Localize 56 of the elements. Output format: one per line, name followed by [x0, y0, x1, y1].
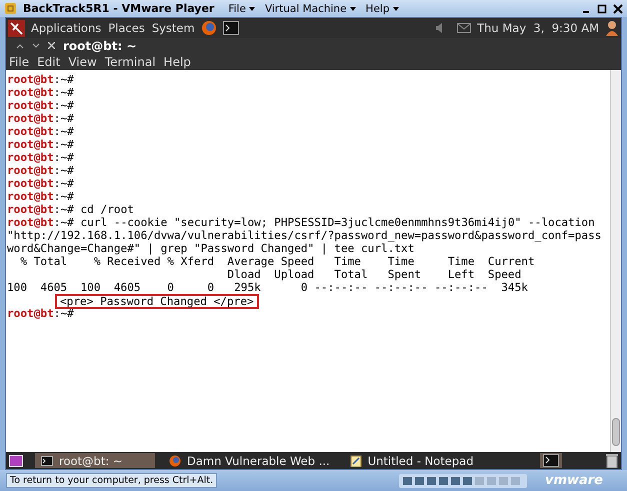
menu-item[interactable]: File — [228, 2, 246, 14]
terminal-line: root@bt:~# curl --cookie "security=low; PHPSESSID=3juclcme0enmmhns9t36mi4ij0" --location — [7, 216, 595, 229]
terminal-line: root@bt:~# — [7, 86, 74, 99]
menu-item[interactable]: Help — [366, 2, 390, 14]
terminal-line: % Total % Received % Xferd Average Speed Time Time Time Current — [19, 255, 535, 268]
terminal-line: "http://192.168.1.106/dvwa/vulnerabilities/csrf/?password_new=password&password_conf=pass — [7, 229, 602, 242]
menu-item[interactable]: Terminal — [104, 54, 156, 68]
dropdown-icon — [350, 6, 356, 10]
terminal-line: root@bt:~# — [7, 73, 74, 86]
terminal-icon[interactable] — [540, 453, 562, 468]
terminal-line: root@bt:~# — [7, 164, 74, 177]
window-title: BackTrack5R1 - VMware Player — [23, 2, 214, 15]
status-hint: To return to your computer, press Ctrl+Alt. — [6, 473, 218, 488]
terminal-line: root@bt:~# — [7, 307, 74, 320]
vmware-logo: vmware — [544, 473, 603, 488]
envelope-icon[interactable] — [457, 23, 472, 33]
terminal-icon — [41, 456, 53, 466]
panel-menu[interactable]: Places — [108, 21, 145, 35]
terminal-title: root@bt: ~ — [63, 38, 136, 52]
terminal-line: root@bt:~# — [7, 177, 74, 190]
terminal-line: root@bt:~# — [7, 125, 74, 138]
terminal-line: root@bt:~# — [7, 151, 74, 164]
menu-item[interactable]: Edit — [37, 54, 60, 68]
panel-menu[interactable]: Applications — [31, 21, 102, 35]
terminal-line: root@bt:~# — [7, 190, 74, 203]
scrollbar[interactable] — [610, 70, 621, 452]
terminal-line: root@bt:~# — [7, 138, 74, 151]
maximize-icon[interactable] — [597, 4, 607, 14]
dropdown-icon — [248, 6, 255, 10]
taskbar-item[interactable]: root@bt: ~ — [35, 453, 155, 468]
terminal-line: word&Change=Change#" | grep "Password Changed" | tee curl.txt — [7, 242, 414, 255]
show-desktop-icon[interactable] — [9, 454, 23, 466]
menu-item[interactable]: View — [68, 54, 97, 68]
terminal-icon[interactable] — [222, 21, 239, 35]
terminal-line: root@bt:~# cd /root — [7, 203, 134, 216]
notepad-icon — [350, 454, 362, 466]
taskbar-item[interactable]: Untitled - Notepad — [344, 453, 480, 468]
clock[interactable]: Thu May 3, 9:30 AM — [477, 21, 599, 35]
trash-icon[interactable] — [606, 453, 618, 468]
panel-menu[interactable]: System — [152, 21, 195, 35]
close-icon[interactable] — [613, 4, 623, 14]
dropdown-icon — [392, 6, 398, 10]
taskbar-item[interactable]: Damn Vulnerable Web ... — [163, 453, 336, 468]
menu-item[interactable]: File — [9, 54, 30, 68]
menu-item[interactable]: Help — [164, 54, 191, 68]
caret-down-icon[interactable] — [32, 42, 40, 48]
highlighted-output: <pre> Password Changed </pre> — [55, 294, 259, 309]
terminal-line: Dload Upload Total Spent Left Speed — [226, 268, 522, 281]
menu-item[interactable]: Virtual Machine — [264, 2, 347, 14]
vm-logo-icon — [4, 2, 17, 15]
terminal-line: 100 4605 100 4605 0 0 295k 0 --:--:-- --:--:-- --:--:-- 345k — [7, 281, 528, 294]
terminal-line: root@bt:~# — [7, 112, 74, 125]
caret-up-icon[interactable] — [16, 42, 24, 48]
user-icon[interactable] — [605, 20, 619, 36]
terminal-line: root@bt:~# — [7, 99, 74, 112]
device-icons-drawing[interactable] — [398, 474, 527, 488]
